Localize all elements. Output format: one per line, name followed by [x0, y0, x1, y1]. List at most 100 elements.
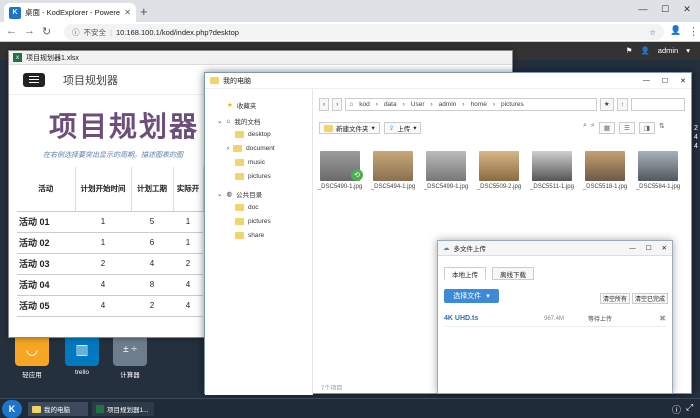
close-icon[interactable]: ✕ [662, 244, 667, 252]
crumb-item[interactable]: data [384, 101, 397, 108]
table-row: 活动 01 1 5 1 [17, 211, 203, 233]
back-arrow-icon[interactable]: ← [6, 25, 17, 37]
sidebar-item-desktop[interactable]: desktop [235, 131, 271, 138]
info-icon[interactable]: ⓘ [672, 403, 681, 416]
crumb-item[interactable]: home [471, 101, 487, 108]
sidebar-item-my-docs[interactable]: ⌄ ⌂ 我的文档 [217, 116, 260, 127]
minimize-icon[interactable]: — [629, 245, 636, 252]
forward-arrow-icon[interactable]: → [24, 25, 35, 37]
sidebar-item-favorites[interactable]: ★ 收藏夹 [227, 100, 256, 110]
cell[interactable]: 4 [131, 253, 173, 275]
forward-button[interactable]: › [332, 97, 343, 111]
close-icon[interactable]: ✕ [680, 77, 686, 85]
file-thumbnail[interactable]: _DSC5584-1.jpg [635, 151, 681, 190]
desktop-icon-calculator[interactable]: ± ÷ 计算器 [110, 332, 150, 379]
table-row: 活动 05 4 2 4 [17, 295, 203, 317]
explorer-titlebar[interactable]: 我的电脑 — ☐ ✕ [205, 73, 691, 89]
path-bar[interactable]: ⌂ kod › data › User › admin › home › pictures [345, 97, 597, 111]
fullscreen-icon[interactable]: ⤢ [686, 402, 693, 413]
file-thumbnail[interactable]: _DSC5511-1.jpg [529, 151, 575, 190]
flag-icon[interactable]: ⚑ [626, 46, 633, 55]
cell[interactable]: 1 [173, 232, 203, 254]
select-files-button[interactable]: 选择文件 ▾ [444, 289, 499, 303]
tab-offline-download[interactable]: 离线下载 [492, 267, 534, 280]
cell[interactable]: 4 [75, 295, 131, 317]
crumb-item[interactable]: kod [359, 101, 369, 108]
cell[interactable]: 活动 03 [17, 253, 75, 275]
file-thumbnail[interactable]: _DSC5518-1.jpg [582, 151, 628, 190]
maximize-icon[interactable]: ☐ [662, 77, 668, 85]
cell[interactable]: 活动 05 [17, 295, 75, 317]
address-bar[interactable]: ⓘ 不安全 | 10.168.100.1/kod/index.php?deskt… [64, 24, 664, 40]
tab-close-icon[interactable]: ✕ [124, 8, 131, 17]
collapse-icon[interactable]: ⌄ [217, 190, 222, 198]
cell[interactable]: 4 [173, 274, 203, 296]
desktop-icon-lightapp[interactable]: ◡ 轻应用 [12, 332, 52, 379]
star-icon[interactable]: ☆ [649, 28, 656, 37]
sidebar-item-share[interactable]: share [235, 232, 264, 239]
file-thumbnail[interactable]: _DSC5494-1.jpg [370, 151, 416, 190]
sidebar-item-public[interactable]: ⌄ ◍ 公共目录 [217, 189, 262, 199]
back-button[interactable]: ‹ [319, 97, 330, 111]
cell[interactable]: 1 [75, 211, 131, 233]
cell[interactable]: 活动 04 [17, 274, 75, 296]
cell[interactable]: 活动 02 [17, 232, 75, 254]
clear-done-button[interactable]: 清空已完成 [632, 293, 669, 304]
maximize-icon[interactable]: ☐ [646, 244, 652, 252]
sort-icon[interactable]: ⇅ [659, 122, 665, 134]
cell[interactable]: 1 [75, 232, 131, 254]
cell[interactable]: 4 [173, 295, 203, 317]
minimize-button[interactable]: — [636, 4, 650, 14]
tab-local-upload[interactable]: 本地上传 [444, 267, 486, 280]
close-window-button[interactable]: ✕ [680, 4, 694, 15]
hamburger-menu-icon[interactable] [23, 72, 45, 87]
expand-icon[interactable]: › [227, 145, 229, 152]
cell[interactable]: 2 [75, 253, 131, 275]
crumb-item[interactable]: pictures [501, 101, 524, 108]
reload-icon[interactable]: ↻ [42, 25, 51, 38]
up-arrow-icon[interactable]: ↑ [616, 97, 628, 111]
excel-titlebar[interactable]: x 项目规划器1.xlsx [9, 51, 512, 65]
minimize-icon[interactable]: — [643, 77, 650, 84]
cell[interactable]: 2 [131, 295, 173, 317]
sidebar-item-music[interactable]: music [235, 159, 265, 166]
profile-icon[interactable]: 👤 [670, 25, 681, 36]
collapse-icon[interactable]: ⌄ [217, 117, 222, 125]
crumb-item[interactable]: User [411, 101, 425, 108]
search-input[interactable] [631, 97, 685, 111]
new-folder-button[interactable]: 新建文件夹 ▾ [319, 122, 380, 134]
remove-icon[interactable]: ✖ [659, 314, 666, 323]
list-view-icon[interactable]: ☰ [619, 122, 635, 134]
sidebar-item-document[interactable]: › document [227, 145, 275, 152]
sidebar-item-pictures[interactable]: pictures [235, 173, 271, 180]
clear-all-button[interactable]: 清空所有 [600, 293, 631, 304]
desktop-icon-trello[interactable]: ▥ trello [62, 332, 102, 376]
grid-view-icon[interactable]: ▦ [598, 122, 615, 134]
sidebar-item-doc[interactable]: doc [235, 204, 258, 211]
upload-button[interactable]: ⇪ 上传 ▾ [383, 122, 422, 134]
task-excel[interactable]: 项目规划器1... [92, 402, 154, 416]
cell[interactable]: 1 [173, 211, 203, 233]
start-button[interactable]: K [2, 400, 22, 418]
zoom-icon[interactable]: ⌕ [591, 122, 595, 134]
menu-dots-icon[interactable]: ⋮ [688, 25, 699, 38]
file-thumbnail[interactable]: _DSC5509-2.jpg [476, 151, 522, 190]
task-my-computer[interactable]: 我的电脑 [28, 402, 88, 416]
user-menu[interactable]: ⚑ 👤 admin ▾ [626, 46, 690, 55]
maximize-button[interactable]: ☐ [658, 4, 672, 15]
sidebar-item-public-pictures[interactable]: pictures [235, 218, 271, 225]
upload-titlebar[interactable]: ☁ 多文件上传 — ☐ ✕ [438, 241, 672, 256]
file-thumbnail[interactable]: _DSC5499-1.jpg [423, 151, 469, 190]
star-icon[interactable]: ★ [599, 97, 614, 111]
new-tab-button[interactable]: + [140, 4, 148, 19]
zoom-icon[interactable]: ⌕ [583, 122, 587, 134]
split-view-icon[interactable]: ◨ [638, 122, 655, 134]
cell[interactable]: 8 [131, 274, 173, 296]
cell[interactable]: 5 [131, 211, 173, 233]
browser-tab[interactable]: K 桌面 - KodExplorer - Powered ✕ [4, 3, 136, 22]
cell[interactable]: 2 [173, 253, 203, 275]
cell[interactable]: 活动 01 [17, 211, 75, 233]
crumb-item[interactable]: admin [439, 101, 457, 108]
cell[interactable]: 6 [131, 232, 173, 254]
cell[interactable]: 4 [75, 274, 131, 296]
